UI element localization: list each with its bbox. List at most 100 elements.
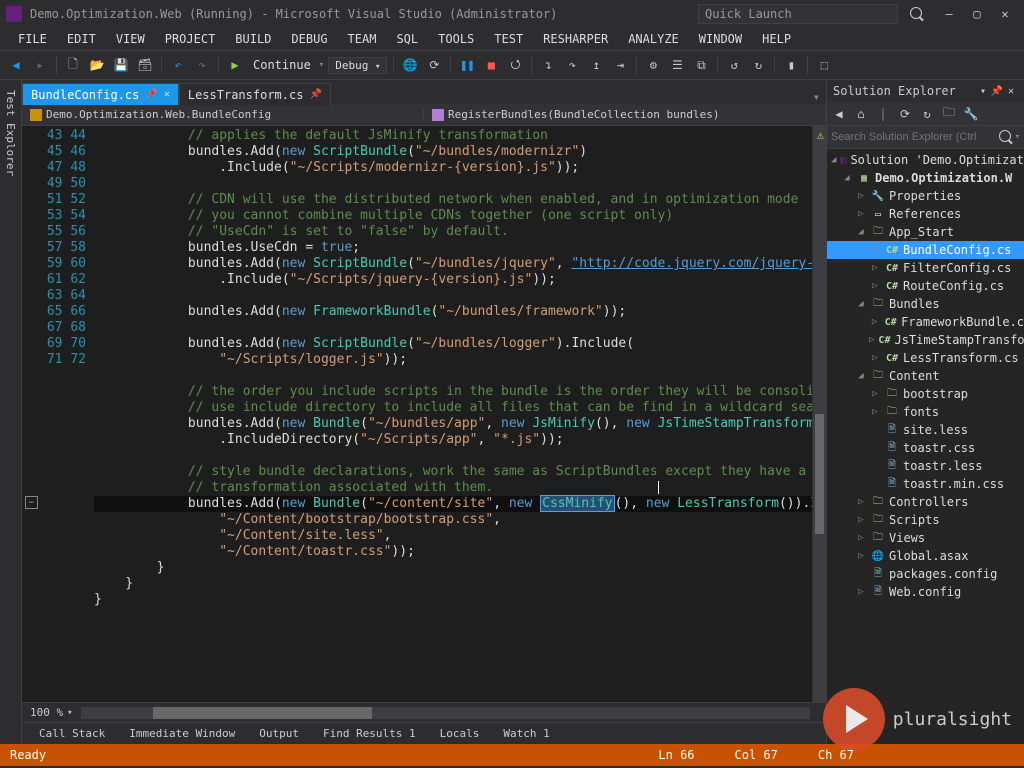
tree-node[interactable]: site.less bbox=[903, 423, 968, 437]
otab-immediate[interactable]: Immediate Window bbox=[118, 723, 246, 744]
otab-locals[interactable]: Locals bbox=[429, 723, 491, 744]
tree-node[interactable]: Web.config bbox=[889, 585, 961, 599]
tool-1-button[interactable]: ⚙ bbox=[643, 55, 663, 75]
save-button[interactable]: 💾 bbox=[111, 55, 131, 75]
menu-sql[interactable]: SQL bbox=[386, 30, 428, 48]
otab-callstack[interactable]: Call Stack bbox=[28, 723, 116, 744]
stop-button[interactable]: ■ bbox=[481, 55, 501, 75]
tool-7-button[interactable]: ⬚ bbox=[814, 55, 834, 75]
menu-test[interactable]: TEST bbox=[484, 30, 533, 48]
tree-node-solution[interactable]: Solution 'Demo.Optimization.W bbox=[850, 153, 1024, 167]
new-button[interactable]: 🗋 bbox=[63, 55, 83, 75]
otab-watch[interactable]: Watch 1 bbox=[492, 723, 560, 744]
step-out-button[interactable]: ↥ bbox=[586, 55, 606, 75]
zoom-level[interactable]: 100 % bbox=[30, 706, 63, 719]
tree-node[interactable]: packages.config bbox=[889, 567, 997, 581]
close-button[interactable]: ✕ bbox=[992, 4, 1018, 24]
step-over-button[interactable]: ↷ bbox=[562, 55, 582, 75]
sidetab-test-explorer[interactable]: Test Explorer bbox=[2, 84, 19, 182]
tree-node[interactable]: fonts bbox=[903, 405, 939, 419]
tree-node[interactable]: FrameworkBundle.c bbox=[901, 315, 1024, 329]
horizontal-scrollbar[interactable] bbox=[81, 707, 810, 719]
tree-node-project[interactable]: Demo.Optimization.W bbox=[875, 171, 1012, 185]
continue-button[interactable]: ▶ bbox=[225, 55, 245, 75]
menu-file[interactable]: FILE bbox=[8, 30, 57, 48]
tab-lesstransform[interactable]: LessTransform.cs 📌 bbox=[179, 83, 331, 105]
browser-button[interactable]: 🌐 bbox=[400, 55, 420, 75]
maximize-button[interactable]: ▢ bbox=[964, 4, 990, 24]
solution-tree[interactable]: ◢◧Solution 'Demo.Optimization.W ◢▦Demo.O… bbox=[827, 149, 1024, 744]
step-into-button[interactable]: ↴ bbox=[538, 55, 558, 75]
nav-back-button[interactable]: ◀ bbox=[6, 55, 26, 75]
nav-fwd-button[interactable]: ▸ bbox=[30, 55, 50, 75]
sync-icon[interactable]: ⟳ bbox=[897, 106, 913, 122]
tree-node[interactable]: Properties bbox=[889, 189, 961, 203]
menu-team[interactable]: TEAM bbox=[338, 30, 387, 48]
refresh-button[interactable]: ⟳ bbox=[424, 55, 444, 75]
config-dropdown[interactable]: Debug ▾ bbox=[328, 57, 387, 74]
quick-launch[interactable]: Quick Launch bbox=[698, 4, 898, 24]
search-icon[interactable] bbox=[910, 7, 922, 22]
solution-search-input[interactable] bbox=[831, 131, 999, 143]
tree-node[interactable]: toastr.css bbox=[903, 441, 975, 455]
tree-node[interactable]: toastr.min.css bbox=[903, 477, 1004, 491]
tab-bundleconfig[interactable]: BundleConfig.cs 📌 ✕ bbox=[22, 83, 179, 105]
minimize-button[interactable]: — bbox=[936, 4, 962, 24]
menu-analyze[interactable]: ANALYZE bbox=[618, 30, 689, 48]
nav-type-dropdown[interactable]: Demo.Optimization.Web.BundleConfig bbox=[22, 108, 424, 121]
tree-node[interactable]: References bbox=[889, 207, 961, 221]
tree-node-bundleconfig[interactable]: BundleConfig.cs bbox=[903, 243, 1011, 257]
tool-3-button[interactable]: ⧉ bbox=[691, 55, 711, 75]
close-panel-icon[interactable]: ✕ bbox=[1004, 86, 1018, 97]
pause-button[interactable]: ❚❚ bbox=[457, 55, 477, 75]
tree-node[interactable]: App_Start bbox=[889, 225, 954, 239]
redo-button[interactable]: ↷ bbox=[192, 55, 212, 75]
collapse-glyph[interactable]: ⋯ bbox=[25, 496, 38, 509]
tree-node[interactable]: Scripts bbox=[889, 513, 940, 527]
tree-node[interactable]: toastr.less bbox=[903, 459, 982, 473]
save-all-button[interactable]: 🗃 bbox=[135, 55, 155, 75]
pin-icon[interactable]: 📌 bbox=[145, 89, 157, 100]
otab-findresults[interactable]: Find Results 1 bbox=[312, 723, 427, 744]
tree-node[interactable]: RouteConfig.cs bbox=[903, 279, 1004, 293]
undo-button[interactable]: ↶ bbox=[168, 55, 188, 75]
home-icon[interactable]: ⌂ bbox=[853, 106, 869, 122]
tree-node[interactable]: Bundles bbox=[889, 297, 940, 311]
refresh-icon[interactable]: ↻ bbox=[919, 106, 935, 122]
props-icon[interactable]: 🔧 bbox=[963, 106, 979, 122]
showall-icon[interactable]: 🗀 bbox=[941, 106, 957, 122]
menu-project[interactable]: PROJECT bbox=[155, 30, 226, 48]
pin-icon[interactable]: 📌 bbox=[309, 89, 321, 100]
step-go-button[interactable]: ⇥ bbox=[610, 55, 630, 75]
tab-overflow-icon[interactable]: ▾ bbox=[807, 90, 826, 104]
restart-button[interactable]: ⭯ bbox=[505, 55, 525, 75]
menu-window[interactable]: WINDOW bbox=[689, 30, 752, 48]
tree-node[interactable]: FilterConfig.cs bbox=[903, 261, 1011, 275]
tree-node[interactable]: Controllers bbox=[889, 495, 968, 509]
search-icon[interactable] bbox=[999, 130, 1011, 145]
back-icon[interactable]: ◀ bbox=[831, 106, 847, 122]
code-editor[interactable]: // applies the default JsMinify transfor… bbox=[94, 126, 812, 702]
menu-edit[interactable]: EDIT bbox=[57, 30, 106, 48]
tree-node[interactable]: JsTimeStampTransfo bbox=[894, 333, 1024, 347]
window-opts-icon[interactable]: ▾ bbox=[976, 86, 990, 97]
tool-6-button[interactable]: ▮ bbox=[781, 55, 801, 75]
menu-view[interactable]: VIEW bbox=[106, 30, 155, 48]
menu-build[interactable]: BUILD bbox=[225, 30, 281, 48]
nav-member-dropdown[interactable]: RegisterBundles(BundleCollection bundles… bbox=[424, 108, 826, 121]
scroll-thumb[interactable] bbox=[815, 414, 824, 534]
menu-debug[interactable]: DEBUG bbox=[281, 30, 337, 48]
close-tab-icon[interactable]: ✕ bbox=[164, 89, 170, 100]
vertical-scrollbar[interactable]: ⚠ bbox=[812, 126, 826, 702]
tree-node[interactable]: Views bbox=[889, 531, 925, 545]
tree-node[interactable]: bootstrap bbox=[903, 387, 968, 401]
glyph-margin[interactable]: ⋯ bbox=[22, 126, 42, 702]
open-button[interactable]: 📂 bbox=[87, 55, 107, 75]
scroll-thumb[interactable] bbox=[153, 707, 372, 719]
tree-node[interactable]: Content bbox=[889, 369, 940, 383]
autohide-icon[interactable]: 📌 bbox=[990, 86, 1004, 97]
tool-2-button[interactable]: ☰ bbox=[667, 55, 687, 75]
tool-5-button[interactable]: ↻ bbox=[748, 55, 768, 75]
menu-tools[interactable]: TOOLS bbox=[428, 30, 484, 48]
menu-help[interactable]: HELP bbox=[752, 30, 801, 48]
